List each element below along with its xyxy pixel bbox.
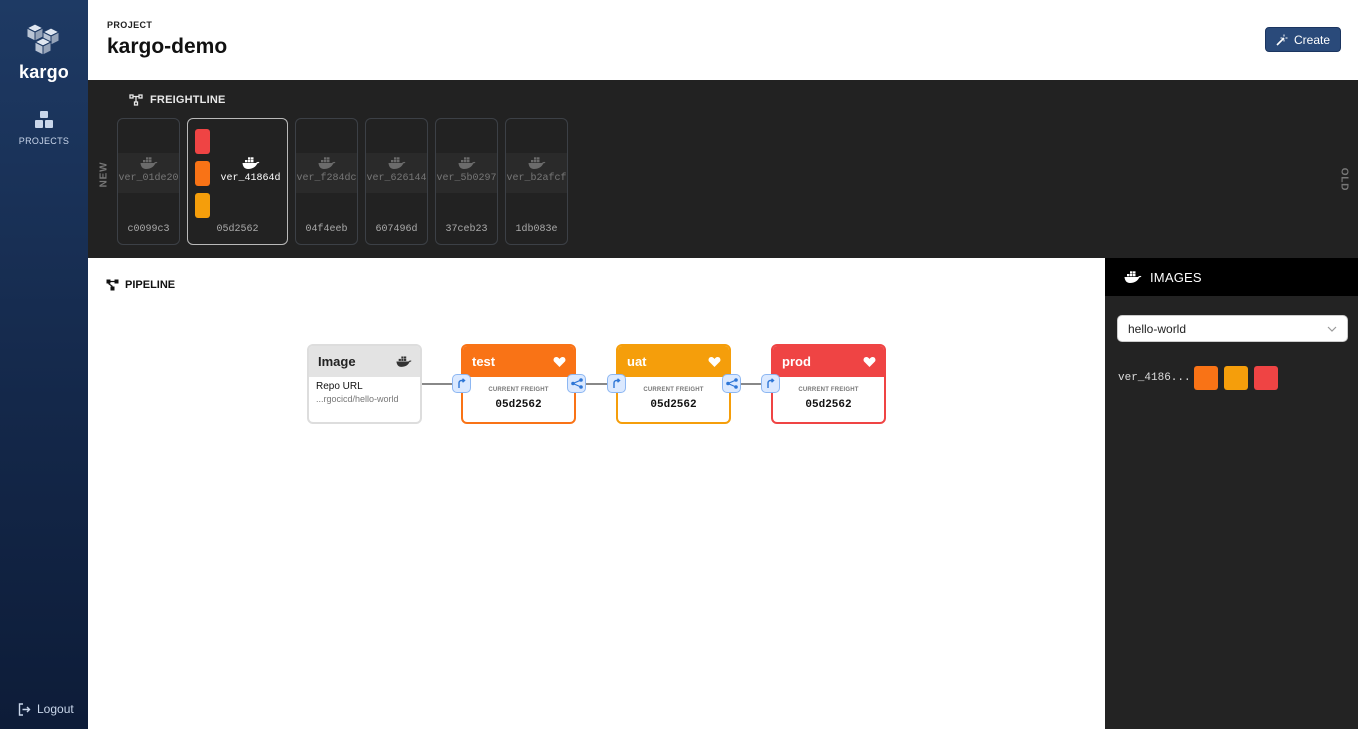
stage-node-uat[interactable]: uat CURRENT FREIGHT 05d2562 xyxy=(616,344,731,424)
kargo-cubes-icon xyxy=(25,23,61,56)
pipeline-title: PIPELINE xyxy=(106,279,175,291)
freight-item-selected[interactable]: ver_41864d 05d2562 xyxy=(187,118,288,245)
stage-chip-prod[interactable] xyxy=(1254,366,1278,390)
logout-icon xyxy=(18,702,31,716)
docker-icon xyxy=(396,355,412,367)
freight-tag: ver_5b0297 xyxy=(436,173,497,184)
promote-port-uat[interactable] xyxy=(607,374,626,393)
current-freight-value: 05d2562 xyxy=(495,399,542,411)
docker-icon xyxy=(242,157,259,169)
create-button-label: Create xyxy=(1293,32,1331,47)
heart-icon xyxy=(553,356,566,367)
repo-url-value: ...rgocicd/hello-world xyxy=(316,394,399,404)
project-header: PROJECT kargo-demo Create xyxy=(88,0,1358,80)
freightline: FREIGHTLINE NEW OLD ver_01de20 c0099c3 v… xyxy=(88,80,1358,258)
pipeline-panel: PIPELINE Image Repo URL ...rgocicd/hello… xyxy=(88,258,1105,729)
stage-node-prod[interactable]: prod CURRENT FREIGHT 05d2562 xyxy=(771,344,886,424)
promote-port-prod[interactable] xyxy=(761,374,780,393)
boxes-icon xyxy=(35,111,53,128)
subscriber-port-test[interactable] xyxy=(567,374,586,393)
repo-url-label: Repo URL xyxy=(316,381,363,392)
logout-button[interactable]: Logout xyxy=(18,702,74,716)
stage-name: uat xyxy=(627,354,647,369)
freightline-old-label: OLD xyxy=(1338,167,1350,192)
image-tag: ver_4186... xyxy=(1118,372,1191,384)
freightline-title: FREIGHTLINE xyxy=(129,94,226,106)
current-freight-label: CURRENT FREIGHT xyxy=(643,387,704,393)
freight-sha: 04f4eeb xyxy=(305,224,348,235)
freight-tag: ver_626144 xyxy=(366,173,427,184)
freight-tag: ver_41864d xyxy=(220,173,281,184)
share-nodes-icon xyxy=(725,378,738,389)
freight-tag: ver_b2afcf xyxy=(506,173,567,184)
sidebar: kargo PROJECTS Logout xyxy=(0,0,88,729)
page-title: kargo-demo xyxy=(107,35,228,58)
arrow-up-icon xyxy=(458,378,466,388)
freight-tag: ver_01de20 xyxy=(118,173,179,184)
image-node-title: Image xyxy=(318,354,356,369)
image-select-value: hello-world xyxy=(1128,321,1187,336)
image-tag-row: ver_4186... xyxy=(1118,366,1284,390)
docker-icon xyxy=(458,157,475,169)
arrow-up-icon xyxy=(767,378,775,388)
freight-item[interactable]: ver_f284dc 04f4eeb xyxy=(295,118,358,245)
freight-item[interactable]: ver_5b0297 37ceb23 xyxy=(435,118,498,245)
docker-icon xyxy=(528,157,545,169)
project-label: PROJECT xyxy=(107,20,153,30)
stage-name: test xyxy=(472,354,496,369)
sidebar-item-label: PROJECTS xyxy=(18,136,70,146)
stage-chip-test[interactable] xyxy=(1194,366,1218,390)
docker-icon xyxy=(1124,270,1142,283)
docker-icon xyxy=(388,157,405,169)
docker-icon xyxy=(140,157,157,169)
freight-item[interactable]: ver_01de20 c0099c3 xyxy=(117,118,180,245)
freight-item[interactable]: ver_b2afcf 1db083e xyxy=(505,118,568,245)
current-freight-label: CURRENT FREIGHT xyxy=(798,387,859,393)
image-source-node[interactable]: Image Repo URL ...rgocicd/hello-world xyxy=(307,344,422,424)
images-panel-header: IMAGES xyxy=(1105,258,1358,296)
freight-sha: 1db083e xyxy=(515,224,558,235)
arrow-up-icon xyxy=(613,378,621,388)
subscriber-port-uat[interactable] xyxy=(722,374,741,393)
stage-chip-test[interactable] xyxy=(195,161,210,186)
pipeline-icon xyxy=(106,279,119,291)
current-freight-value: 05d2562 xyxy=(650,399,697,411)
create-button[interactable]: Create xyxy=(1265,27,1341,52)
kargo-logo[interactable]: kargo xyxy=(0,22,88,83)
freight-sha: c0099c3 xyxy=(127,224,170,235)
docker-icon xyxy=(318,157,335,169)
freight-sha: 37ceb23 xyxy=(445,224,488,235)
sidebar-item-projects[interactable]: PROJECTS xyxy=(0,110,88,146)
logo-text: kargo xyxy=(18,62,70,82)
image-select[interactable]: hello-world xyxy=(1117,315,1348,342)
freight-sha: 05d2562 xyxy=(216,224,259,235)
freightline-icon xyxy=(129,94,143,106)
freight-sha: 607496d xyxy=(375,224,418,235)
stage-chip-uat[interactable] xyxy=(195,193,210,218)
stage-chip-uat[interactable] xyxy=(1224,366,1248,390)
magic-wand-icon xyxy=(1276,34,1288,46)
heart-icon xyxy=(708,356,721,367)
stage-chip-prod[interactable] xyxy=(195,129,210,154)
stage-name: prod xyxy=(782,354,811,369)
share-nodes-icon xyxy=(570,378,583,389)
chevron-down-icon xyxy=(1327,326,1337,332)
logout-label: Logout xyxy=(37,702,74,716)
freightline-new-label: NEW xyxy=(98,161,110,188)
promote-port-test[interactable] xyxy=(452,374,471,393)
stage-node-test[interactable]: test CURRENT FREIGHT 05d2562 xyxy=(461,344,576,424)
current-freight-label: CURRENT FREIGHT xyxy=(488,387,549,393)
heart-icon xyxy=(863,356,876,367)
current-freight-value: 05d2562 xyxy=(805,399,852,411)
freight-tag: ver_f284dc xyxy=(296,173,357,184)
freight-item[interactable]: ver_626144 607496d xyxy=(365,118,428,245)
images-panel-title: IMAGES xyxy=(1150,269,1202,285)
images-panel: IMAGES hello-world ver_4186... xyxy=(1105,258,1358,729)
